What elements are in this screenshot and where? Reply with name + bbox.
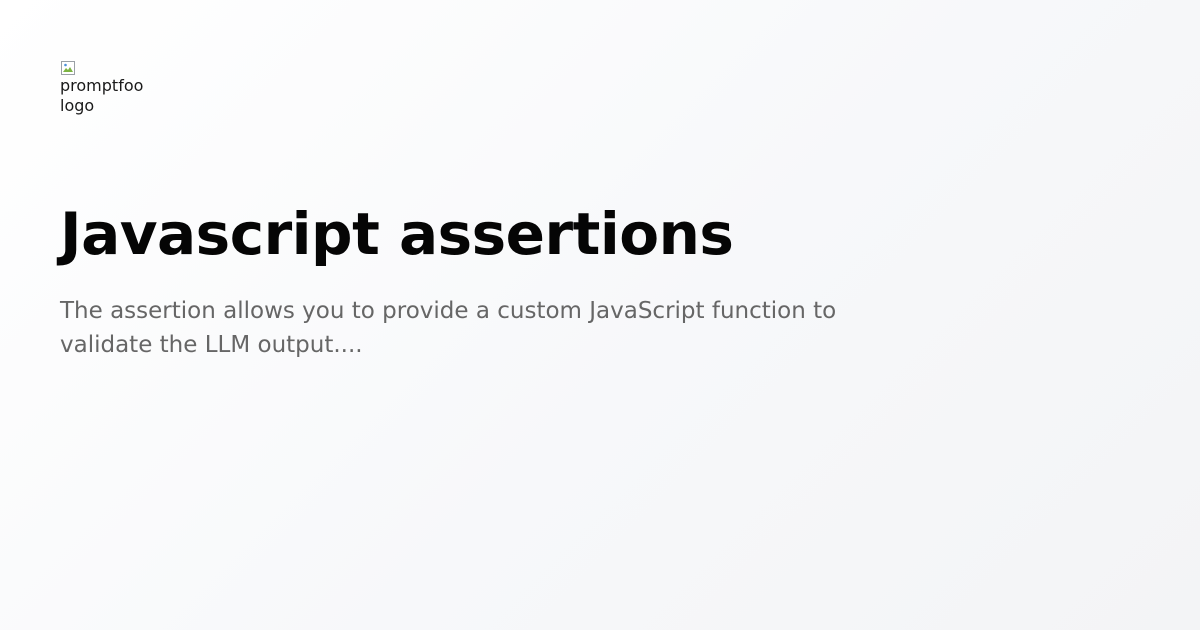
social-card: promptfoo logo Javascript assertions The…: [60, 60, 1140, 362]
page-description: The assertion allows you to provide a cu…: [60, 298, 837, 358]
site-logo: promptfoo logo: [60, 60, 160, 120]
page-title: Javascript assertions: [60, 200, 734, 268]
logo-alt-label: promptfoo logo: [60, 76, 144, 115]
logo-alt-text: promptfoo logo: [60, 60, 144, 116]
